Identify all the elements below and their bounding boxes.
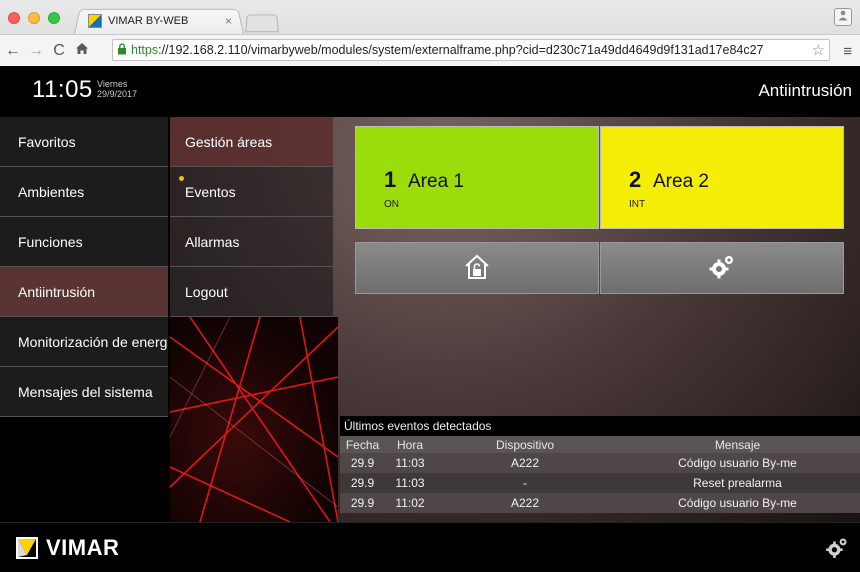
col-hora: Hora <box>385 436 435 453</box>
area-name: Area 2 <box>653 171 709 192</box>
menu-item-mensajes[interactable]: Mensajes del sistema <box>0 367 168 417</box>
area-tile-2[interactable]: 2 Area 2 INT <box>600 126 844 229</box>
arm-disarm-button[interactable] <box>355 242 599 294</box>
menu-item-funciones[interactable]: Funciones <box>0 217 168 267</box>
cell-dispositivo: A222 <box>435 493 615 513</box>
vimar-favicon-icon <box>88 14 102 28</box>
sub-menu: Gestión áreas Eventos Allarmas Logout <box>170 117 333 317</box>
new-tab-button[interactable] <box>245 14 279 33</box>
events-header-row: Fecha Hora Dispositivo Mensaje <box>340 436 860 453</box>
table-row: 29.9 11:02 A222 Código usuario By-me <box>340 493 860 513</box>
table-row: 29.9 11:03 - Reset prealarma <box>340 473 860 493</box>
footer-settings-icon[interactable] <box>824 535 850 564</box>
url-text: ://192.168.2.110/vimarbyweb/modules/syst… <box>158 43 764 57</box>
browser-chrome: VIMAR BY-WEB × ← → C https ://192.168.2.… <box>0 0 860 66</box>
area-number: 1 <box>384 167 397 192</box>
laser-background-image <box>170 317 338 522</box>
back-icon[interactable]: ← <box>3 42 23 60</box>
lock-icon <box>117 42 127 58</box>
browser-toolbar: ← → C https ://192.168.2.110/vimarbyweb/… <box>0 34 860 66</box>
star-icon[interactable]: ☆ <box>812 41 825 59</box>
table-row: 29.9 11:03 A222 Código usuario By-me <box>340 453 860 473</box>
menu-item-ambientes[interactable]: Ambientes <box>0 167 168 217</box>
menu-icon[interactable]: ≡ <box>843 43 852 60</box>
menu-item-monitorizacion[interactable]: Monitorización de energía <box>0 317 168 367</box>
menu-item-favoritos[interactable]: Favoritos <box>0 117 168 167</box>
cell-dispositivo: A222 <box>435 453 615 473</box>
cell-mensaje: Código usuario By-me <box>615 493 860 513</box>
reload-icon[interactable]: C <box>49 42 69 60</box>
tab-title: VIMAR BY-WEB <box>108 15 189 27</box>
brand-name: VIMAR <box>46 535 120 560</box>
close-window-button[interactable] <box>8 12 20 24</box>
house-lock-icon <box>462 252 492 285</box>
cell-hora: 11:03 <box>385 453 435 473</box>
cell-mensaje: Reset prealarma <box>615 473 860 493</box>
area-number: 2 <box>629 167 642 192</box>
tab-close-icon[interactable]: × <box>225 14 232 28</box>
submenu-item-logout[interactable]: Logout <box>170 267 333 317</box>
cell-fecha: 29.9 <box>340 473 385 493</box>
submenu-item-gestion-areas[interactable]: Gestión áreas <box>170 117 333 167</box>
col-fecha: Fecha <box>340 436 385 453</box>
main-menu: Favoritos Ambientes Funciones Antiintrus… <box>0 117 168 417</box>
cell-hora: 11:03 <box>385 473 435 493</box>
events-table: Fecha Hora Dispositivo Mensaje 29.9 11:0… <box>340 436 860 513</box>
home-icon[interactable] <box>72 42 92 60</box>
weekday: Viernes <box>97 79 128 89</box>
submenu-item-eventos[interactable]: Eventos <box>170 167 333 217</box>
recent-events-panel: Últimos eventos detectados Fecha Hora Di… <box>340 416 860 513</box>
cell-mensaje: Código usuario By-me <box>615 453 860 473</box>
area-state: ON <box>384 199 399 210</box>
menu-item-antiintrusion[interactable]: Antiintrusión <box>0 267 168 317</box>
clock-time: 11:05 <box>32 76 93 103</box>
footer: VIMAR <box>0 522 860 572</box>
new-events-indicator <box>179 176 184 181</box>
clock-date: Viernes 29/9/2017 <box>97 79 137 99</box>
app-header: 11:05 Viernes 29/9/2017 Antiintrusión <box>0 66 860 116</box>
area-state: INT <box>629 199 646 210</box>
maximize-window-button[interactable] <box>48 12 60 24</box>
cell-hora: 11:02 <box>385 493 435 513</box>
area-name: Area 1 <box>408 171 464 192</box>
cell-fecha: 29.9 <box>340 453 385 473</box>
vimar-logo-icon <box>16 537 38 559</box>
settings-button[interactable] <box>600 242 844 294</box>
gears-icon <box>707 252 737 285</box>
address-bar[interactable]: https ://192.168.2.110/vimarbyweb/module… <box>112 39 830 61</box>
url-scheme: https <box>131 43 159 57</box>
minimize-window-button[interactable] <box>28 12 40 24</box>
events-title: Últimos eventos detectados <box>340 416 860 436</box>
date: 29/9/2017 <box>97 89 138 99</box>
submenu-item-allarmas[interactable]: Allarmas <box>170 217 333 267</box>
page-title: Antiintrusión <box>758 81 852 100</box>
main-content: Favoritos Ambientes Funciones Antiintrus… <box>0 117 860 522</box>
col-dispositivo: Dispositivo <box>435 436 615 453</box>
col-mensaje: Mensaje <box>615 436 860 453</box>
area-tile-1[interactable]: 1 Area 1 ON <box>355 126 599 229</box>
cell-fecha: 29.9 <box>340 493 385 513</box>
profile-icon[interactable] <box>834 8 852 26</box>
vimar-logo: VIMAR <box>16 535 119 561</box>
forward-icon[interactable]: → <box>26 42 46 60</box>
cell-dispositivo: - <box>435 473 615 493</box>
browser-tab-content[interactable]: VIMAR BY-WEB × <box>88 11 238 31</box>
